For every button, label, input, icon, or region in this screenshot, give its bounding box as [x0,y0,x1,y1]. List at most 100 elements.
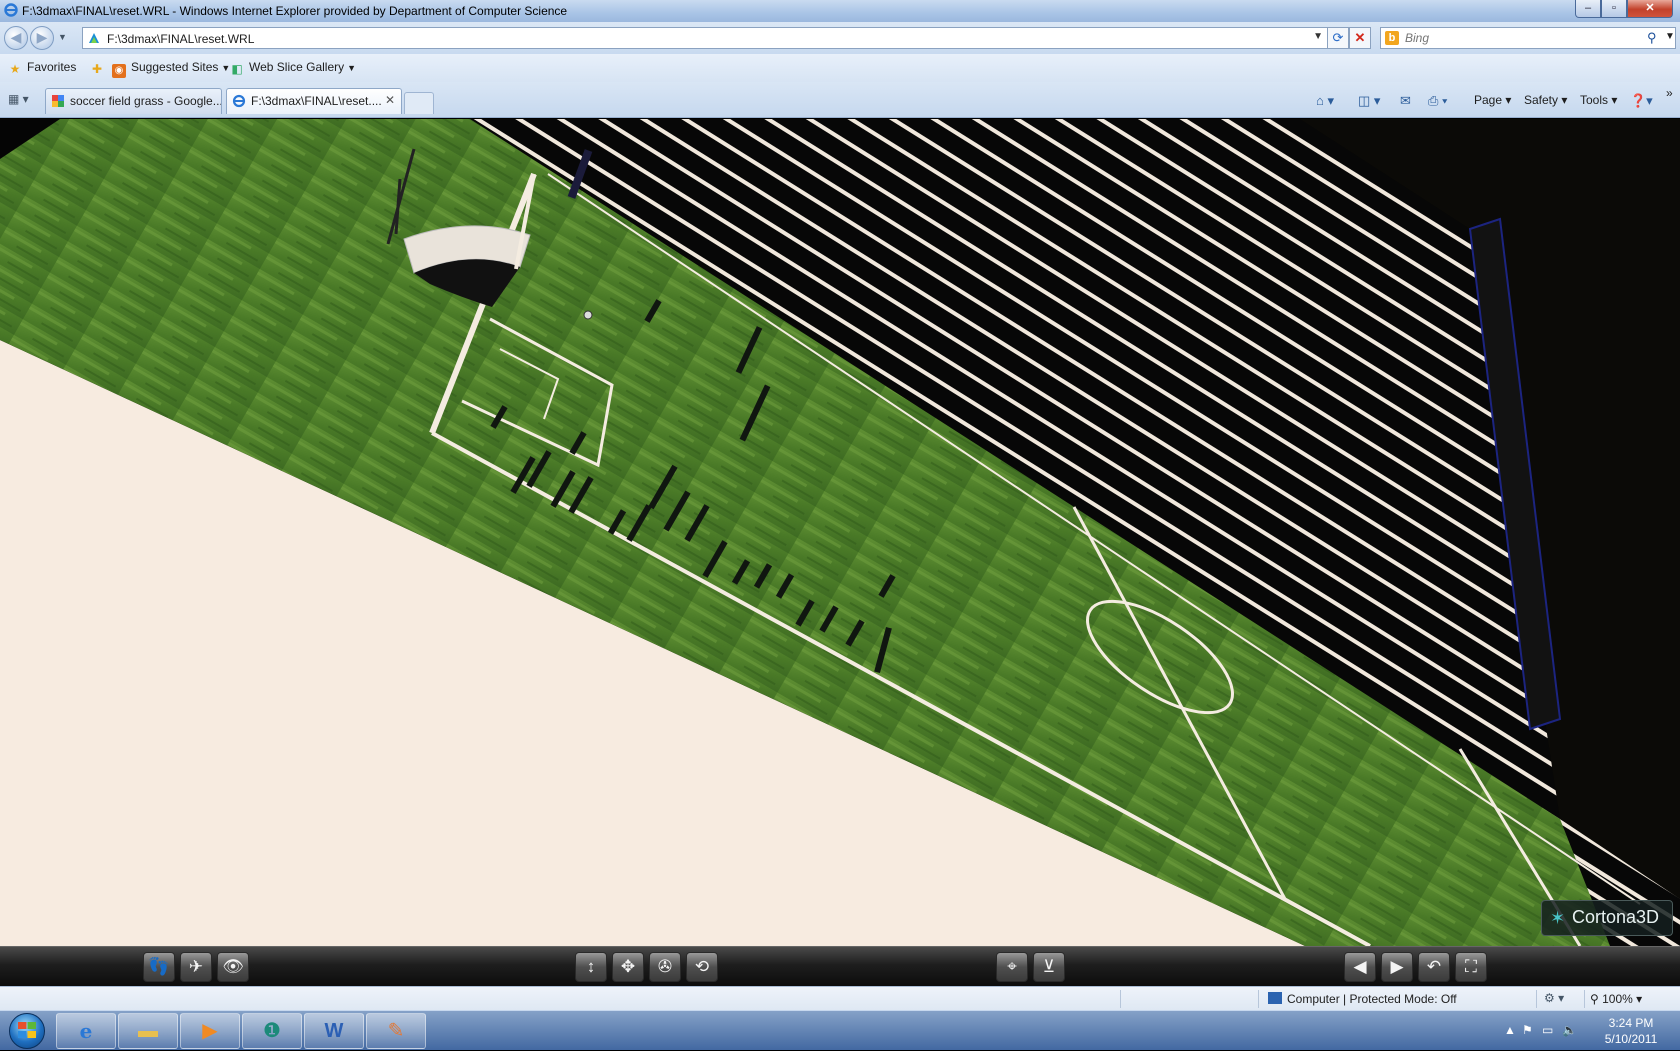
fly-icon[interactable]: ✈ [180,952,212,982]
suggested-sites-label: Suggested Sites [131,60,219,74]
quick-tabs-icon[interactable]: ▦ ▾ [8,92,29,106]
start-button[interactable] [4,1011,50,1051]
web-slice-gallery-label: Web Slice Gallery [249,60,345,74]
close-button[interactable]: ✕ [1627,0,1673,18]
status-bar: Computer | Protected Mode: Off ⚙ ▾ ⚲ 100… [0,986,1680,1010]
search-icon[interactable]: ⚲ [1647,30,1657,46]
windows-taskbar: e ▬ ▶ ❶ W ✎ ▲ ⚑ ▭ 🔈 3:24 PM 5/10/2011 [0,1010,1680,1050]
security-zone[interactable]: Computer | Protected Mode: Off [1268,992,1457,1006]
word-icon[interactable]: W [304,1013,364,1049]
add-to-favorites-bar-icon[interactable]: ✚ [90,60,109,76]
address-bar[interactable]: F:\3dmax\FINAL\reset.WRL ▼ [82,27,1328,49]
internet-explorer-icon [4,3,18,17]
next-viewpoint-icon[interactable]: ▶ [1381,952,1413,982]
status-divider [1258,990,1259,1008]
web-slice-gallery-button[interactable]: ◧ Web Slice Gallery ▼ [230,60,356,76]
status-divider [1584,990,1585,1008]
help-icon[interactable]: ❓▾ [1630,93,1653,109]
network-icon[interactable]: ▭ [1542,1023,1553,1037]
page-menu[interactable]: Page ▾ [1474,93,1511,107]
google-icon [52,95,64,107]
print-icon[interactable]: ⎙ ▾ [1428,93,1447,109]
stop-button[interactable]: ✕ [1349,27,1371,49]
clock-date: 5/10/2011 [1604,1032,1658,1046]
clock-time: 3:24 PM [1608,1016,1654,1030]
internet-explorer-icon[interactable]: e [56,1013,116,1049]
tab-label: F:\3dmax\FINAL\reset.... [251,94,382,108]
security-zone-label: Computer | Protected Mode: Off [1287,992,1457,1006]
navigation-bar: ◀ ▶ ▼ F:\3dmax\FINAL\reset.WRL ▼ ⟳ ✕ b ⚲… [0,22,1680,54]
favorites-label: Favorites [27,60,77,74]
prev-viewpoint-icon[interactable]: ◀ [1344,952,1376,982]
feeds-icon[interactable]: ◫ ▾ [1358,93,1380,109]
status-divider [1536,990,1537,1008]
suggested-sites-icon: ◉ [112,64,126,78]
restore-icon[interactable]: ↶ [1418,952,1450,982]
new-tab-button[interactable] [404,92,434,114]
tools-menu[interactable]: Tools ▾ [1580,93,1617,107]
star-icon: ★ [9,62,21,76]
paint-icon[interactable]: ✎ [366,1013,426,1049]
chevron-down-icon: ▼ [221,63,231,73]
slide-icon[interactable]: ↕ [575,952,607,982]
favorites-bar: ★ Favorites ✚ ◉ Suggested Sites ▼ ◧ Web Slic… [0,54,1680,82]
cortona-logo-text: Cortona3D [1572,907,1660,927]
media-player-icon[interactable]: ▶ [180,1013,240,1049]
show-hidden-icons-icon[interactable]: ▲ [1504,1023,1516,1037]
tab-label: soccer field grass - Google... [70,94,222,108]
tab-soccer-field-grass[interactable]: soccer field grass - Google... [45,88,222,114]
home-icon[interactable]: ⌂ ▾ [1316,93,1334,109]
3ds-max-icon[interactable]: ❶ [242,1013,302,1049]
zoom-value: 100% [1602,992,1633,1006]
read-mail-icon[interactable]: ✉ [1400,93,1411,109]
system-clock[interactable]: 3:24 PM 5/10/2011 [1596,1015,1666,1047]
manage-add-ons-icon[interactable]: ⚙ ▾ [1544,991,1564,1005]
address-dropdown-icon[interactable]: ▼ [1313,31,1323,42]
search-input[interactable] [1405,30,1625,46]
address-url: F:\3dmax\FINAL\reset.WRL [107,32,255,46]
more-commands-icon[interactable]: » [1666,86,1673,100]
goto-icon[interactable]: ⌖ [996,952,1028,982]
refresh-button[interactable]: ⟳ [1327,27,1349,49]
tab-bar: ▦ ▾ soccer field grass - Google... F:\3d… [0,82,1680,118]
title-bar[interactable]: F:\3dmax\FINAL\reset.WRL - Windows Inter… [0,0,1680,22]
fit-icon[interactable]: ⛶ [1455,952,1487,982]
volume-icon[interactable]: 🔈 [1562,1023,1577,1037]
tools-menu-label: Tools [1580,93,1609,107]
walk-icon[interactable]: 👣 [143,952,175,982]
web-slice-icon: ◧ [231,62,243,76]
window-title: F:\3dmax\FINAL\reset.WRL - Windows Inter… [22,4,568,18]
chevron-down-icon: ▼ [347,63,357,73]
tab-reset-wrl[interactable]: F:\3dmax\FINAL\reset.... ✕ [226,88,402,114]
vrml-viewport[interactable]: ✶ Cortona3D [0,119,1680,946]
maximize-button[interactable]: ▫ [1601,0,1627,18]
roll-icon[interactable]: ⟲ [686,952,718,982]
forward-button[interactable]: ▶ [30,26,54,50]
windows-flag-icon [18,1022,36,1038]
safety-menu-label: Safety [1524,93,1559,107]
status-divider [1120,990,1121,1008]
minimize-button[interactable]: – [1575,0,1601,18]
computer-zone-icon [1268,992,1282,1004]
align-icon[interactable]: ⊻ [1033,952,1065,982]
recent-pages-dropdown-icon[interactable]: ▼ [58,32,67,42]
bing-icon: b [1385,31,1399,45]
action-center-flag-icon[interactable]: ⚑ [1522,1023,1533,1037]
internet-explorer-icon [232,94,246,108]
vrml-page-icon [89,33,99,43]
pan-icon[interactable]: ✥ [612,952,644,982]
turn-icon[interactable]: ✇ [649,952,681,982]
search-options-dropdown-icon[interactable]: ▼ [1665,31,1675,42]
page-menu-label: Page [1474,93,1503,107]
safety-menu[interactable]: Safety ▾ [1524,93,1567,107]
study-icon[interactable]: 👁 [217,952,249,982]
search-box: b ⚲ ▼ [1380,27,1676,49]
close-tab-icon[interactable]: ✕ [385,93,395,107]
zoom-level[interactable]: ⚲ 100% ▾ [1590,992,1642,1006]
favorites-button[interactable]: ★ Favorites [8,60,77,76]
cortona-toolbar: 👣 ✈ 👁 ↕ ✥ ✇ ⟲ ⌖ ⊻ ◀ ▶ ↶ ⛶ [0,946,1680,986]
suggested-sites-button[interactable]: ◉ Suggested Sites ▼ [112,60,230,78]
cortona-star-icon: ✶ [1550,908,1566,928]
explorer-folder-icon[interactable]: ▬ [118,1013,178,1049]
back-button[interactable]: ◀ [4,26,28,50]
